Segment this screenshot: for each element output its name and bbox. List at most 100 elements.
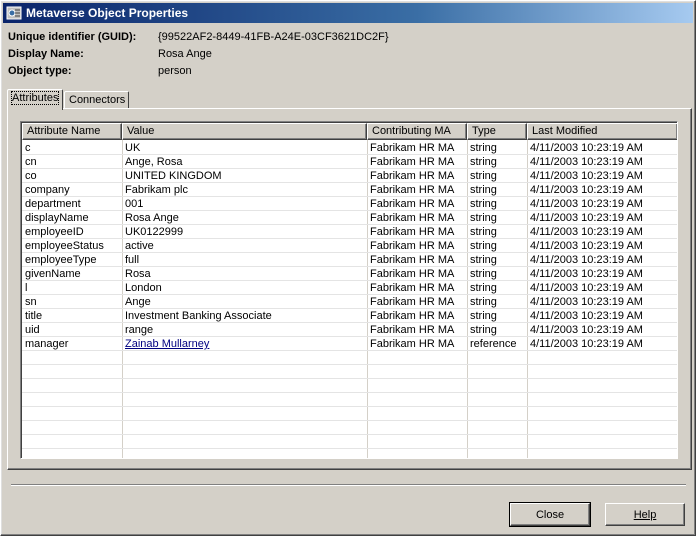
- last-modified-cell: 4/11/2003 10:23:19 AM: [530, 324, 643, 336]
- row-gridline: [22, 434, 677, 435]
- close-button[interactable]: Close: [509, 502, 591, 527]
- contributing-ma-cell: Fabrikam HR MA: [370, 184, 455, 196]
- last-modified-cell: 4/11/2003 10:23:19 AM: [530, 212, 643, 224]
- table-row[interactable]: co UNITED KINGDOM Fabrikam HR MA string 4/11…: [22, 169, 677, 183]
- contributing-ma-cell: Fabrikam HR MA: [370, 282, 455, 294]
- attribute-name-cell: manager: [25, 338, 69, 350]
- value-cell: Ange: [125, 296, 151, 308]
- value-cell: Ange, Rosa: [125, 156, 183, 168]
- value-cell: Rosa Ange: [125, 212, 179, 224]
- row-gridline: [22, 224, 677, 225]
- column-header-type[interactable]: Type: [467, 123, 527, 140]
- display-name-label: Display Name:: [8, 48, 84, 60]
- table-row[interactable]: sn Ange Fabrikam HR MA string 4/11/2003 10:2…: [22, 295, 677, 309]
- row-gridline: [22, 252, 677, 253]
- contributing-ma-cell: Fabrikam HR MA: [370, 212, 455, 224]
- last-modified-cell: 4/11/2003 10:23:19 AM: [530, 198, 643, 210]
- attribute-name-cell: department: [25, 198, 81, 210]
- button-separator: [11, 484, 686, 486]
- table-row[interactable]: uid range Fabrikam HR MA string 4/11/2003 10…: [22, 323, 677, 337]
- last-modified-cell: 4/11/2003 10:23:19 AM: [530, 310, 643, 322]
- row-gridline: [22, 196, 677, 197]
- row-gridline: [22, 168, 677, 169]
- contributing-ma-cell: Fabrikam HR MA: [370, 268, 455, 280]
- title-bar[interactable]: Metaverse Object Properties: [3, 3, 693, 23]
- row-gridline: [22, 238, 677, 239]
- row-gridline: [22, 294, 677, 295]
- type-cell: string: [470, 296, 497, 308]
- type-cell: string: [470, 324, 497, 336]
- display-name-value: Rosa Ange: [158, 48, 212, 60]
- row-gridline: [22, 266, 677, 267]
- last-modified-cell: 4/11/2003 10:23:19 AM: [530, 282, 643, 294]
- last-modified-cell: 4/11/2003 10:23:19 AM: [530, 226, 643, 238]
- value-cell: Rosa: [125, 268, 151, 280]
- type-cell: string: [470, 212, 497, 224]
- row-gridline: [22, 420, 677, 421]
- guid-value: {99522AF2-8449-41FB-A24E-03CF3621DC2F}: [158, 31, 389, 43]
- attribute-name-cell: employeeStatus: [25, 240, 104, 252]
- last-modified-cell: 4/11/2003 10:23:19 AM: [530, 170, 643, 182]
- table-row[interactable]: manager Zainab Mullarney Fabrikam HR MA ref…: [22, 337, 677, 351]
- tab-connectors[interactable]: Connectors: [64, 91, 129, 109]
- table-row[interactable]: employeeID UK0122999 Fabrikam HR MA string 4…: [22, 225, 677, 239]
- table-row[interactable]: displayName Rosa Ange Fabrikam HR MA string…: [22, 211, 677, 225]
- type-cell: string: [470, 198, 497, 210]
- row-gridline: [22, 154, 677, 155]
- last-modified-cell: 4/11/2003 10:23:19 AM: [530, 240, 643, 252]
- last-modified-cell: 4/11/2003 10:23:19 AM: [530, 268, 643, 280]
- column-header-last-modified[interactable]: Last Modified: [527, 123, 677, 140]
- table-row[interactable]: company Fabrikam plc Fabrikam HR MA string 4…: [22, 183, 677, 197]
- type-cell: string: [470, 240, 497, 252]
- value-cell: Zainab Mullarney: [122, 337, 367, 351]
- type-cell: string: [470, 268, 497, 280]
- type-cell: string: [470, 156, 497, 168]
- table-row[interactable]: c UK Fabrikam HR MA string 4/11/2003 10:23:1…: [22, 141, 677, 155]
- value-cell: range: [125, 324, 154, 336]
- contributing-ma-cell: Fabrikam HR MA: [370, 170, 455, 182]
- guid-label: Unique identifier (GUID):: [8, 31, 137, 43]
- table-row[interactable]: department 001 Fabrikam HR MA string 4/11/20…: [22, 197, 677, 211]
- contributing-ma-cell: Fabrikam HR MA: [370, 156, 455, 168]
- contributing-ma-cell: Fabrikam HR MA: [370, 198, 455, 210]
- attribute-name-cell: cn: [25, 156, 37, 168]
- contributing-ma-cell: Fabrikam HR MA: [370, 226, 455, 238]
- value-cell: UK: [125, 142, 141, 154]
- help-button[interactable]: Help: [605, 503, 685, 526]
- row-gridline: [22, 406, 677, 407]
- value-cell: Fabrikam plc: [125, 184, 188, 196]
- value-cell: full: [125, 254, 140, 266]
- table-row[interactable]: title Investment Banking Associate Fabrika…: [22, 309, 677, 323]
- attribute-name-cell: displayName: [25, 212, 89, 224]
- attribute-name-cell: givenName: [25, 268, 81, 280]
- type-cell: reference: [470, 338, 517, 350]
- column-header-value[interactable]: Value: [122, 123, 367, 140]
- properties-dialog: Metaverse Object Properties Unique ident…: [0, 0, 696, 536]
- attributes-list[interactable]: Attribute Name Value Contributing MA Typ…: [20, 121, 678, 459]
- contributing-ma-cell: Fabrikam HR MA: [370, 240, 455, 252]
- table-row[interactable]: employeeType full Fabrikam HR MA string 4/11…: [22, 253, 677, 267]
- row-gridline: [22, 364, 677, 365]
- contributing-ma-cell: Fabrikam HR MA: [370, 254, 455, 266]
- row-gridline: [22, 210, 677, 211]
- type-cell: string: [470, 184, 497, 196]
- attribute-name-cell: c: [25, 142, 31, 154]
- last-modified-cell: 4/11/2003 10:23:19 AM: [530, 156, 643, 168]
- attribute-name-cell: uid: [25, 324, 40, 336]
- table-row[interactable]: employeeStatus active Fabrikam HR MA string…: [22, 239, 677, 253]
- last-modified-cell: 4/11/2003 10:23:19 AM: [530, 296, 643, 308]
- last-modified-cell: 4/11/2003 10:23:19 AM: [530, 142, 643, 154]
- manager-link[interactable]: Zainab Mullarney: [125, 338, 209, 350]
- last-modified-cell: 4/11/2003 10:23:19 AM: [530, 184, 643, 196]
- row-gridline: [22, 448, 677, 449]
- tab-attributes[interactable]: Attributes: [7, 89, 63, 110]
- last-modified-cell: 4/11/2003 10:23:19 AM: [530, 338, 643, 350]
- table-row[interactable]: l London Fabrikam HR MA string 4/11/2003 10:…: [22, 281, 677, 295]
- column-header-contributing-ma[interactable]: Contributing MA: [367, 123, 467, 140]
- table-row[interactable]: givenName Rosa Fabrikam HR MA string 4/11/20…: [22, 267, 677, 281]
- contributing-ma-cell: Fabrikam HR MA: [370, 296, 455, 308]
- value-cell: UK0122999: [125, 226, 184, 238]
- table-row[interactable]: cn Ange, Rosa Fabrikam HR MA string 4/11/200…: [22, 155, 677, 169]
- row-gridline: [22, 378, 677, 379]
- column-header-attribute-name[interactable]: Attribute Name: [22, 123, 122, 140]
